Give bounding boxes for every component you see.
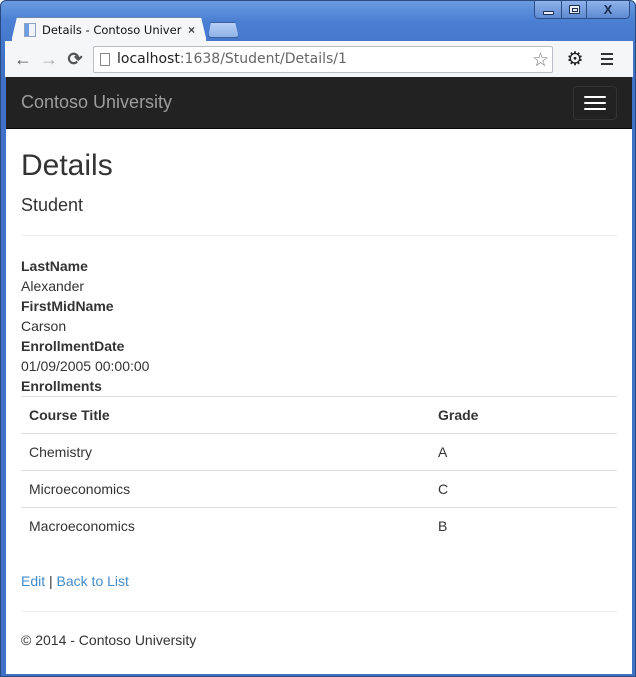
browser-tab[interactable]: Details - Contoso Universi × xyxy=(11,17,207,42)
enrollments-table-wrapper: Course Title Grade Chemistry A Microecon… xyxy=(21,396,617,544)
table-row: Macroeconomics B xyxy=(21,507,617,544)
forward-arrow-icon: → xyxy=(40,48,58,69)
field-label-lastname: LastName xyxy=(21,258,88,274)
forward-button[interactable]: → xyxy=(36,46,62,72)
field-value-enrollmentdate: 01/09/2005 00:00:00 xyxy=(21,358,150,374)
new-tab-button[interactable] xyxy=(208,22,239,38)
link-separator: | xyxy=(49,573,53,589)
page-icon xyxy=(100,52,110,66)
browser-window: X Details - Contoso Universi × ← → ⟳ loc… xyxy=(0,0,636,677)
maximize-button[interactable] xyxy=(561,1,586,18)
enrollments-table: Course Title Grade Chemistry A Microecon… xyxy=(21,396,617,544)
grade-cell: C xyxy=(430,470,617,508)
course-title-cell: Microeconomics xyxy=(21,470,430,508)
table-header-row: Course Title Grade xyxy=(21,396,617,434)
close-window-button[interactable]: X xyxy=(586,1,629,18)
field-label-firstmidname: FirstMidName xyxy=(21,298,114,314)
action-links: Edit | Back to List xyxy=(21,571,617,591)
course-title-cell: Macroeconomics xyxy=(21,507,430,544)
field-label-enrollments: Enrollments xyxy=(21,378,102,394)
divider xyxy=(21,235,617,236)
field-value-firstmidname: Carson xyxy=(21,318,67,334)
page-subtitle: Student xyxy=(21,195,84,215)
grade-cell: A xyxy=(430,433,617,471)
browser-toolbar: ← → ⟳ localhost:1638/Student/Details/1 ☆… xyxy=(5,41,633,77)
field-label-enrollmentdate: EnrollmentDate xyxy=(21,338,125,354)
page-viewport: Contoso University Details Student LastN… xyxy=(6,77,632,674)
page-favicon-icon xyxy=(24,23,36,37)
site-navbar: Contoso University xyxy=(6,77,632,129)
hamburger-bar xyxy=(584,107,606,110)
hamburger-bar xyxy=(584,101,606,104)
back-button[interactable]: ← xyxy=(10,46,36,72)
address-bar[interactable]: localhost:1638/Student/Details/1 ☆ xyxy=(93,45,553,73)
close-icon: X xyxy=(603,2,613,17)
browser-menu-icon[interactable] xyxy=(594,53,620,65)
table-row: Microeconomics C xyxy=(21,470,617,508)
edit-link[interactable]: Edit xyxy=(21,573,45,589)
maximize-icon xyxy=(568,5,580,14)
table-row: Chemistry A xyxy=(21,433,617,471)
minimize-button[interactable] xyxy=(535,1,561,18)
url-text[interactable]: localhost:1638/Student/Details/1 xyxy=(117,51,347,67)
site-footer: © 2014 - Contoso University xyxy=(21,632,617,648)
column-header-course-title: Course Title xyxy=(21,396,430,434)
tab-title: Details - Contoso Universi xyxy=(42,23,182,37)
column-header-grade: Grade xyxy=(430,396,617,434)
navbar-toggle-button[interactable] xyxy=(573,85,617,120)
bookmark-star-icon[interactable]: ☆ xyxy=(532,49,549,72)
window-controls: X xyxy=(534,1,630,19)
page-title: Details xyxy=(21,149,113,182)
course-title-cell: Chemistry xyxy=(21,433,430,471)
tab-close-icon[interactable]: × xyxy=(188,23,195,37)
url-host: localhost xyxy=(117,51,180,67)
footer-divider xyxy=(21,611,617,612)
settings-gear-icon[interactable]: ⚙ xyxy=(562,48,588,71)
back-arrow-icon: ← xyxy=(14,48,32,69)
site-brand-link[interactable]: Contoso University xyxy=(21,92,172,113)
reload-button[interactable]: ⟳ xyxy=(62,46,88,72)
body-content: Details Student LastName Alexander First… xyxy=(6,149,632,648)
student-details: LastName Alexander FirstMidName Carson E… xyxy=(21,256,617,544)
url-path: :1638/Student/Details/1 xyxy=(179,51,347,67)
grade-cell: B xyxy=(430,507,617,544)
copyright-text: © 2014 - Contoso University xyxy=(21,632,197,648)
field-value-lastname: Alexander xyxy=(21,278,85,294)
reload-icon: ⟳ xyxy=(67,48,83,69)
back-to-list-link[interactable]: Back to List xyxy=(57,573,129,589)
minimize-icon xyxy=(542,10,554,15)
hamburger-bar xyxy=(584,95,606,98)
